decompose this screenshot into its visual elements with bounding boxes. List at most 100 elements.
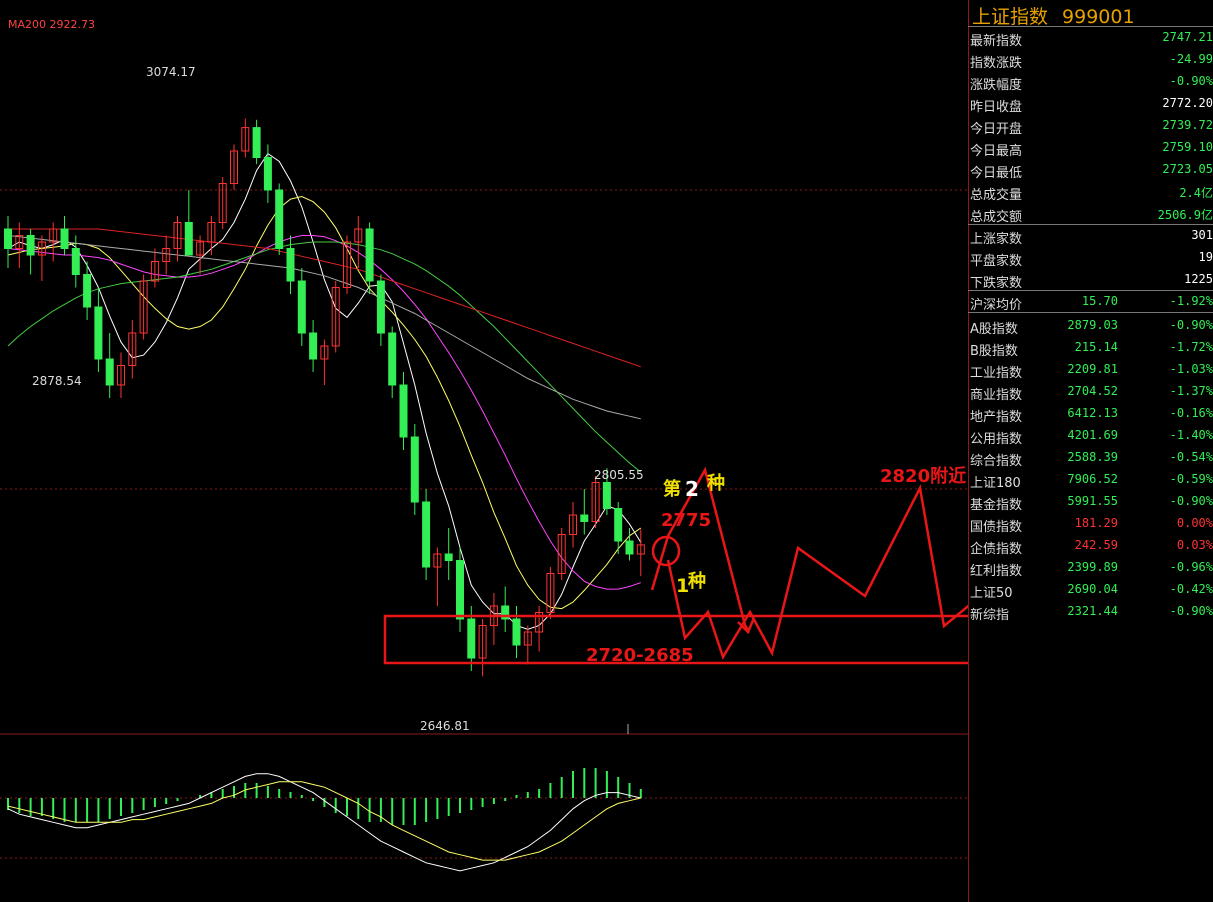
row-label: 昨日收盘 — [970, 100, 1023, 115]
quote-row: 今日最高 2759.10 — [968, 137, 1213, 159]
low-price-label-bottom: 2646.81 — [420, 719, 470, 733]
row-label: 今日开盘 — [970, 122, 1023, 137]
row-value: 19 — [1198, 250, 1213, 264]
row-label: 最新指数 — [970, 34, 1023, 49]
row-value: 1225 — [1184, 272, 1213, 286]
row-label: 上证180 — [970, 476, 1021, 491]
candle-body — [512, 618, 521, 646]
ma-line-4 — [7, 235, 641, 420]
ma-line-0 — [7, 152, 642, 630]
quote-row: 总成交额 2506.9亿 — [968, 203, 1213, 225]
row-label: 平盘家数 — [970, 254, 1023, 269]
index-row: B股指数 215.14 -1.72% — [968, 337, 1213, 359]
row-change: -0.90% — [1169, 318, 1213, 332]
row-value: 2690.04 — [1067, 582, 1118, 596]
breadth-row: 下跌家数 1225 — [968, 269, 1213, 291]
index-row: 基金指数 5991.55 -0.90% — [968, 491, 1213, 513]
separator — [968, 312, 1213, 313]
row-change: -1.03% — [1169, 362, 1213, 376]
second-type-suffix: 种 — [706, 472, 725, 494]
second-type-char: 第 — [663, 478, 681, 500]
row-label: 新综指 — [970, 608, 1010, 623]
candle-body — [60, 228, 69, 249]
candle-body — [365, 228, 374, 282]
candle-body — [4, 228, 12, 249]
chart-area: MA200 2922.73 3074.17 2878.54 2646.81 28… — [0, 18, 968, 872]
macd-panel — [7, 768, 642, 872]
index-row: 地产指数 6412.13 -0.16% — [968, 403, 1213, 425]
row-change: -1.72% — [1169, 340, 1213, 354]
row-value: 2209.81 — [1067, 362, 1118, 376]
candle-body — [614, 508, 623, 542]
candle-body — [444, 553, 453, 561]
row-label: 今日最高 — [970, 144, 1023, 159]
row-value: 5991.55 — [1067, 494, 1118, 508]
row-change: 0.00% — [1176, 516, 1213, 530]
target-2775-label: 2775 — [661, 510, 711, 531]
row-change: -0.90% — [1169, 604, 1213, 618]
candle-body — [410, 436, 419, 503]
row-label: 沪深均价 — [970, 298, 1023, 313]
low-price-label-left: 2878.54 — [32, 374, 82, 388]
row-label: 地产指数 — [970, 410, 1023, 425]
row-value: -24.99 — [1169, 52, 1213, 66]
candle-body — [399, 384, 408, 438]
row-label: 上涨家数 — [970, 232, 1023, 247]
row-label: 涨跌幅度 — [970, 78, 1023, 93]
candle-body — [625, 540, 634, 555]
row-value: 2506.9亿 — [1157, 208, 1213, 222]
candle-body — [26, 235, 35, 256]
macd-dea-line — [7, 781, 641, 861]
row-change: -0.59% — [1169, 472, 1213, 486]
row-value: 7906.52 — [1067, 472, 1118, 486]
row-label: 下跌家数 — [970, 276, 1023, 291]
quote-row: 今日开盘 2739.72 — [968, 115, 1213, 137]
candle-body — [456, 560, 464, 620]
candle-body — [83, 274, 92, 308]
quote-row: 涨跌幅度 -0.90% — [968, 71, 1213, 93]
ma200-label: MA200 2922.73 — [8, 18, 95, 31]
quote-row: 昨日收盘 2772.20 — [968, 93, 1213, 115]
scenario-path-first — [666, 484, 968, 660]
row-value: 2.4亿 — [1179, 186, 1213, 200]
candle-body — [94, 306, 103, 360]
row-value: 2747.21 — [1162, 30, 1213, 44]
row-label: 总成交量 — [970, 188, 1023, 203]
row-change: -1.92% — [1169, 294, 1213, 308]
breadth-row: 平盘家数 19 — [968, 247, 1213, 269]
row-label: 红利指数 — [970, 564, 1023, 579]
breadth-row: 上涨家数 301 — [968, 225, 1213, 247]
index-row: 上证180 7906.52 -0.59% — [968, 469, 1213, 491]
index-row: A股指数 2879.03 -0.90% — [968, 315, 1213, 337]
row-value: 2723.05 — [1162, 162, 1213, 176]
row-label: 国债指数 — [970, 520, 1023, 535]
mid-high-label: 2805.55 — [594, 468, 644, 482]
candle-body — [297, 280, 306, 334]
row-label: B股指数 — [970, 344, 1018, 359]
support-range-label: 2720-2685 — [586, 645, 694, 666]
row-change: -0.16% — [1169, 406, 1213, 420]
sidebar-title: 上证指数 999001 — [972, 2, 1135, 29]
row-value: 15.70 — [1081, 294, 1118, 308]
candle-body — [184, 222, 193, 256]
row-change: -0.90% — [1169, 494, 1213, 508]
row-change: -0.54% — [1169, 450, 1213, 464]
candle-body — [309, 332, 318, 360]
candle-body — [467, 618, 476, 659]
row-label: 今日最低 — [970, 166, 1023, 181]
candle-body — [286, 248, 295, 282]
index-row: 综合指数 2588.39 -0.54% — [968, 447, 1213, 469]
row-value: 181.29 — [1074, 516, 1118, 530]
row-label: A股指数 — [970, 322, 1018, 337]
quote-row: 总成交量 2.4亿 — [968, 181, 1213, 203]
row-value: 2321.44 — [1067, 604, 1118, 618]
row-label: 综合指数 — [970, 454, 1023, 469]
candle-body — [263, 157, 272, 191]
index-row: 新综指 2321.44 -0.90% — [968, 601, 1213, 623]
candle-body — [252, 127, 261, 158]
row-label: 指数涨跌 — [970, 56, 1023, 71]
quote-row: 最新指数 2747.21 — [968, 27, 1213, 49]
row-change: 0.03% — [1176, 538, 1213, 552]
row-label: 工业指数 — [970, 366, 1023, 381]
second-type-num: 2 — [685, 477, 699, 501]
